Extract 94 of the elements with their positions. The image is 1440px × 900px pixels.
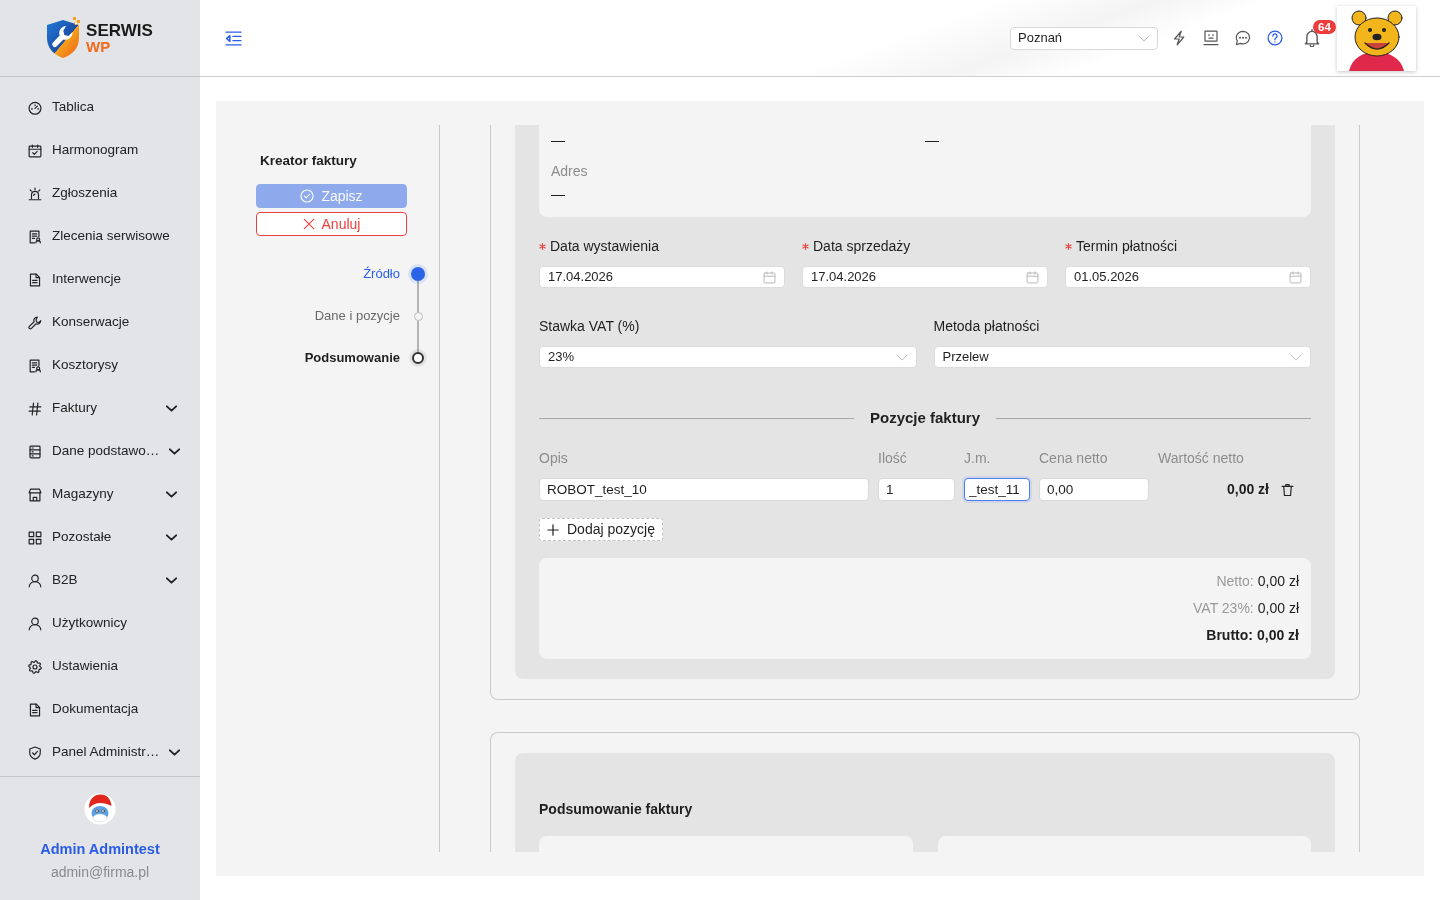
list-icon xyxy=(28,444,42,459)
file-icon xyxy=(28,702,42,717)
total-label: VAT 23%: xyxy=(1193,598,1254,618)
dropdown[interactable]: 23% xyxy=(539,346,917,368)
detail-label: Adres xyxy=(551,162,589,180)
help-icon[interactable] xyxy=(1267,30,1283,46)
chevron-down-icon xyxy=(1290,353,1302,361)
column-header: Wartość netto xyxy=(1158,449,1245,467)
document-icon xyxy=(28,229,42,244)
calendar-icon xyxy=(1026,270,1039,284)
plus-icon xyxy=(547,523,559,536)
calendar-icon xyxy=(28,143,42,158)
panel-title: Kreator faktury xyxy=(259,152,358,170)
dropdown[interactable]: Przelew xyxy=(933,346,1311,368)
date-field[interactable]: 17.04.2026 xyxy=(539,266,785,288)
detail-value: — xyxy=(925,131,940,149)
detail-value: — xyxy=(551,185,566,203)
sidebar-item[interactable]: Harmonogram xyxy=(0,129,200,172)
logo-text: SERWIS xyxy=(86,22,153,39)
avatar-drawing[interactable] xyxy=(1337,5,1416,71)
sidebar-item[interactable]: Zlecenia serwisowe xyxy=(0,215,200,258)
step-link[interactable]: Podsumowanie xyxy=(304,348,400,368)
sidebar-item[interactable]: Zgłoszenia xyxy=(0,172,200,215)
detail-value: — xyxy=(551,131,566,149)
location-select[interactable]: Poznań xyxy=(1010,26,1158,50)
user-email: admin@firma.pl xyxy=(50,863,150,882)
total-label: Brutto: xyxy=(1206,625,1253,645)
settings-icon xyxy=(28,659,42,674)
input-field[interactable]: _test_11 xyxy=(964,478,1030,501)
sidebar-item[interactable]: Ustawienia xyxy=(0,645,200,688)
store-icon xyxy=(28,487,42,502)
column-header: J.m. xyxy=(964,449,992,467)
file-icon xyxy=(28,272,42,287)
input-field[interactable]: ROBOT_test_10 xyxy=(539,478,869,501)
document-icon xyxy=(28,358,42,373)
column-header: Ilość xyxy=(878,449,908,467)
step-link[interactable]: Źródło xyxy=(363,264,400,284)
menu-icon[interactable] xyxy=(225,30,242,46)
sidebar-item[interactable]: Pozostałe xyxy=(0,516,200,559)
calendar-icon xyxy=(1289,270,1302,284)
date-field[interactable]: 17.04.2026 xyxy=(802,266,1048,288)
bell-icon[interactable] xyxy=(1303,29,1321,47)
check-circle-icon xyxy=(300,189,315,203)
total-label: Netto: xyxy=(1216,571,1254,591)
lightning-icon[interactable] xyxy=(1171,30,1187,46)
sidebar-item[interactable]: Kosztorysy xyxy=(0,344,200,387)
close-icon xyxy=(302,218,315,230)
section-title: Podsumowanie faktury xyxy=(539,799,694,818)
hash-icon xyxy=(28,401,42,416)
total-value: 0,00 zł xyxy=(1257,598,1299,618)
sidebar-item[interactable]: B2B xyxy=(0,559,200,602)
shield-icon xyxy=(28,745,42,760)
chevron-down-icon xyxy=(895,353,908,361)
gauge-icon xyxy=(28,100,42,115)
sidebar-item[interactable]: Dokumentacja xyxy=(0,688,200,731)
user-icon xyxy=(28,573,42,588)
field-label: Metoda płatności xyxy=(933,317,1040,335)
sidebar-item[interactable]: Magazyny xyxy=(0,473,200,516)
chevron-down-icon xyxy=(1138,34,1150,42)
alarm-icon xyxy=(28,186,42,201)
column-header: Cena netto xyxy=(1039,449,1109,467)
calendar-icon xyxy=(763,270,776,284)
column-header: Opis xyxy=(539,449,569,467)
field-label: Stawka VAT (%) xyxy=(539,317,640,335)
user-icon xyxy=(28,616,42,631)
grid-icon xyxy=(28,530,42,545)
trash-icon[interactable] xyxy=(1281,482,1294,497)
logo-icon xyxy=(45,17,82,59)
section-title: Pozycje faktury xyxy=(870,407,981,428)
field-label: Termin płatności xyxy=(1076,237,1178,255)
sidebar-item[interactable]: Faktury xyxy=(0,387,200,430)
sidebar-item[interactable]: Użytkownicy xyxy=(0,602,200,645)
total-value: 0,00 zł xyxy=(1257,571,1299,591)
sidebar-item[interactable]: Interwencje xyxy=(0,258,200,301)
sidebar-item[interactable]: Panel Administr… xyxy=(0,731,200,774)
field-label: Data wystawienia xyxy=(550,237,659,255)
notification-badge: 64 xyxy=(1313,20,1336,34)
logo-text: WP xyxy=(86,39,112,54)
net-value: 0,00 zł xyxy=(1226,480,1269,499)
input-field[interactable]: 1 xyxy=(878,478,955,501)
total-value: 0,00 zł xyxy=(1256,625,1299,645)
add-item-button[interactable]: Dodaj pozycję xyxy=(539,518,663,541)
cancel-button[interactable]: Anuluj xyxy=(256,212,407,236)
date-field[interactable]: 01.05.2026 xyxy=(1065,266,1311,288)
field-label: Data sprzedaży xyxy=(813,237,911,255)
user-name: Admin Admintest xyxy=(40,840,160,859)
chat-icon[interactable] xyxy=(1235,30,1251,46)
input-field[interactable]: 0,00 xyxy=(1039,478,1149,501)
sidebar-item[interactable]: Dane podstawo… xyxy=(0,430,200,473)
monitor-icon[interactable] xyxy=(1203,30,1219,46)
step-link[interactable]: Dane i pozycje xyxy=(314,306,400,326)
sidebar-item[interactable]: Konserwacje xyxy=(0,301,200,344)
sidebar-item[interactable]: Tablica xyxy=(0,86,200,129)
wrench-icon xyxy=(28,315,42,330)
